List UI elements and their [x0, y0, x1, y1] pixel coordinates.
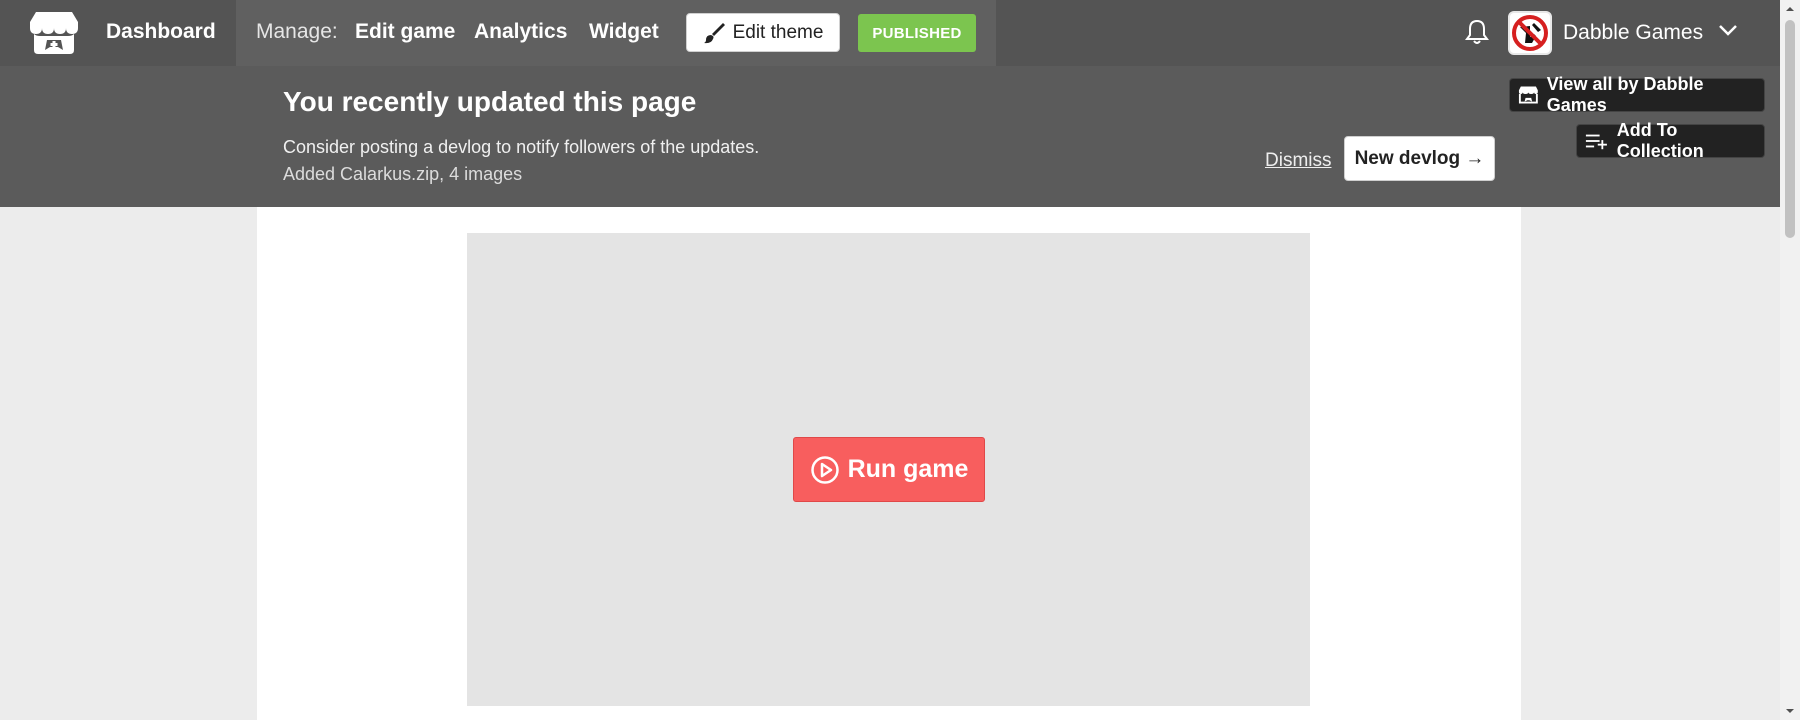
add-to-collection-button[interactable]: Add To Collection	[1576, 120, 1765, 161]
banner-title: You recently updated this page	[283, 86, 697, 117]
bell-icon[interactable]	[1464, 18, 1490, 46]
chevron-down-icon[interactable]	[1717, 22, 1739, 38]
user-name[interactable]: Dabble Games	[1563, 21, 1703, 45]
itchio-logo-icon[interactable]	[28, 10, 80, 56]
banner-message: Consider posting a devlog to notify foll…	[283, 137, 760, 157]
dashboard-link[interactable]: Dashboard	[106, 20, 216, 44]
view-all-button[interactable]: View all by Dabble Games	[1509, 74, 1765, 115]
edit-theme-label: Edit theme	[732, 21, 824, 43]
store-icon	[1518, 86, 1538, 104]
paintbrush-icon	[703, 22, 725, 43]
no-hand-icon	[1512, 15, 1548, 51]
add-to-collection-label: Add To Collection	[1616, 120, 1704, 161]
game-page-content: Run game	[257, 207, 1521, 720]
nav-edit-game[interactable]: Edit game	[355, 20, 455, 44]
avatar[interactable]	[1508, 11, 1552, 55]
game-embed-frame[interactable]: Run game	[467, 233, 1310, 706]
run-game-label: Run game	[847, 455, 969, 483]
published-status-button[interactable]: PUBLISHED	[858, 14, 976, 52]
scroll-down-arrow-icon[interactable]	[1785, 706, 1795, 716]
scrollbar-thumb[interactable]	[1785, 20, 1795, 238]
play-circle-icon	[810, 455, 839, 484]
edit-theme-button[interactable]: Edit theme	[686, 13, 840, 52]
view-all-label: View all by Dabble Games	[1546, 74, 1704, 115]
dismiss-link[interactable]: Dismiss	[1265, 150, 1332, 172]
playlist-add-icon	[1585, 134, 1607, 150]
page-scrollbar[interactable]	[1780, 0, 1800, 720]
nav-analytics[interactable]: Analytics	[474, 20, 567, 44]
new-devlog-button[interactable]: New devlog →	[1344, 136, 1495, 181]
scroll-up-arrow-icon[interactable]	[1785, 4, 1795, 14]
top-navbar: Dashboard Manage: Edit game Analytics Wi…	[0, 0, 1780, 66]
nav-widget[interactable]: Widget	[589, 20, 659, 44]
banner-details: Added Calarkus.zip, 4 images	[283, 164, 523, 184]
manage-bar: Manage: Edit game Analytics Widget Edit …	[236, 0, 996, 66]
manage-label: Manage:	[256, 20, 338, 43]
run-game-button[interactable]: Run game	[793, 437, 985, 502]
